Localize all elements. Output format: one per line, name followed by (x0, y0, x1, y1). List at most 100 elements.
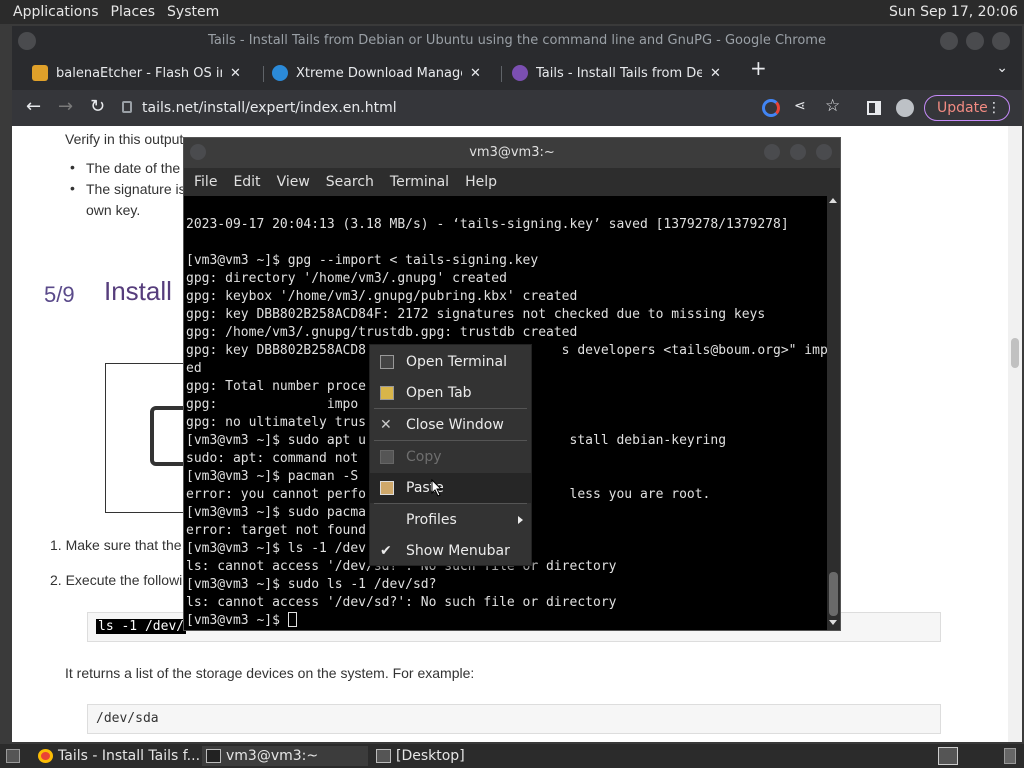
terminal-line: gpg: directory '/home/vm3/.gnupg' create… (186, 271, 507, 286)
update-label: Update (937, 100, 988, 116)
update-button[interactable]: Update ⋮ (924, 95, 1010, 121)
new-tab-icon (380, 386, 394, 400)
mouse-pointer-icon (431, 479, 443, 497)
code-dev-sda: /dev/sda (96, 711, 159, 726)
close-window-label: Close Window (406, 417, 504, 433)
code-ls: ls -1 /dev/ (96, 619, 187, 634)
submenu-arrow-icon (518, 516, 523, 524)
menu-copy[interactable]: Copy (370, 442, 531, 472)
menu-terminal[interactable]: Terminal (384, 174, 455, 190)
browser-toolbar: ← → ↻ tails.net/install/expert/index.en.… (12, 90, 1022, 126)
taskbar-item-terminal[interactable]: vm3@vm3:~ (202, 746, 368, 766)
close-x-icon: ✕ (380, 417, 392, 433)
chrome-icon (38, 749, 53, 763)
taskbar-item-desktop[interactable]: [Desktop] (372, 746, 538, 766)
terminal-line: gpg: keybox '/home/vm3/.gnupg/pubring.kb… (186, 289, 578, 304)
tab-xdm[interactable]: Xtreme Download Manager: A ✕ (262, 58, 498, 88)
menu-profiles[interactable]: Profiles (370, 505, 531, 535)
menu-help[interactable]: Help (459, 174, 503, 190)
tails-icon (512, 65, 528, 81)
google-icon[interactable] (762, 99, 780, 117)
terminal-scrollbar[interactable] (827, 196, 840, 630)
menu-separator (374, 408, 527, 409)
bullet-own-key: own key. (86, 202, 141, 218)
desktop-icon (376, 749, 391, 763)
tab-balenaetcher[interactable]: balenaEtcher - Flash OS images ✕ (22, 58, 258, 88)
menu-open-terminal[interactable]: Open Terminal (370, 347, 531, 377)
page-scrollbar[interactable] (1008, 126, 1022, 742)
new-tab-plus-icon[interactable]: + (750, 56, 767, 80)
menu-paste[interactable]: Paste (370, 473, 531, 503)
terminal-scrollbar-thumb[interactable] (829, 572, 838, 616)
reload-icon[interactable]: ↻ (90, 97, 105, 117)
scroll-up-arrow-icon[interactable] (829, 198, 837, 203)
scroll-down-arrow-icon[interactable] (829, 620, 837, 625)
terminal-line: gpg: key DBB802B258ACD84F: 2172 signatur… (186, 307, 766, 322)
tab-tails[interactable]: Tails - Install Tails from Debian ✕ (502, 58, 738, 88)
menu-search[interactable]: Search (320, 174, 380, 190)
bullet-date: The date of the (86, 160, 181, 176)
tab-label: balenaEtcher - Flash OS images (56, 65, 222, 81)
terminal-context-menu: Open Terminal Open Tab ✕ Close Window Co… (369, 344, 532, 566)
profile-avatar-icon[interactable] (896, 99, 914, 117)
terminal-prompt: [vm3@vm3 ~]$ (186, 613, 288, 628)
top-panel: Applications Places System Sun Sep 17, 2… (0, 0, 1024, 24)
open-terminal-label: Open Terminal (406, 354, 508, 370)
kebab-menu-icon[interactable]: ⋮ (987, 96, 1001, 120)
show-desktop-icon[interactable] (6, 749, 20, 763)
bullet-dot: • (70, 180, 75, 196)
maximize-button[interactable] (966, 32, 984, 50)
code-block-example: /dev/sda (87, 704, 941, 734)
taskbar-item-chrome[interactable]: Tails - Install Tails f... (34, 746, 200, 766)
menu-edit[interactable]: Edit (227, 174, 266, 190)
terminal-menu-button[interactable] (190, 144, 206, 160)
tab-search-chevron-icon[interactable]: ⌄ (996, 60, 1008, 76)
tab-label: Tails - Install Tails from Debian (536, 65, 702, 81)
forward-arrow-icon[interactable]: → (58, 97, 73, 117)
returns-text: It returns a list of the storage devices… (65, 665, 475, 681)
share-icon[interactable]: ⋖ (794, 98, 812, 116)
terminal-close-button[interactable] (816, 144, 832, 160)
trash-icon[interactable] (1004, 748, 1016, 764)
bookmark-star-icon[interactable]: ☆ (825, 96, 843, 116)
menu-show-menubar[interactable]: ✔ Show Menubar (370, 536, 531, 566)
side-panel-icon[interactable] (867, 101, 881, 115)
tab-close-icon[interactable]: ✕ (470, 66, 481, 81)
window-title: Tails - Install Tails from Debian or Ubu… (12, 26, 1022, 56)
terminal-line: ls: cannot access '/dev/sd?': No such fi… (186, 595, 617, 610)
menu-view[interactable]: View (271, 174, 316, 190)
menu-file[interactable]: File (188, 174, 223, 190)
tab-close-icon[interactable]: ✕ (710, 66, 721, 81)
copy-icon (380, 450, 394, 464)
close-window-button[interactable] (992, 32, 1010, 50)
minimize-button[interactable] (940, 32, 958, 50)
tab-label: Xtreme Download Manager: A (296, 65, 462, 81)
menu-open-tab[interactable]: Open Tab (370, 378, 531, 408)
terminal-maximize-button[interactable] (790, 144, 806, 160)
copy-label: Copy (406, 449, 442, 465)
list-item-1: 1. Make sure that the (50, 537, 182, 553)
profiles-label: Profiles (406, 512, 457, 528)
balena-cube-icon (32, 65, 48, 81)
workspace-switcher[interactable] (938, 747, 958, 765)
page-scrollbar-thumb[interactable] (1011, 338, 1019, 368)
terminal-minimize-button[interactable] (764, 144, 780, 160)
terminal-prompt-line: [vm3@vm3 ~]$ (186, 612, 827, 630)
applications-menu[interactable]: Applications (9, 4, 103, 20)
taskbar: Tails - Install Tails f... vm3@vm3:~ [De… (0, 744, 1024, 768)
menu-separator (374, 503, 527, 504)
places-menu[interactable]: Places (107, 4, 160, 20)
taskbar-label: vm3@vm3:~ (226, 748, 319, 764)
text-cursor (287, 612, 297, 627)
clock[interactable]: Sun Sep 17, 20:06 (889, 4, 1018, 20)
window-menu-button[interactable] (18, 32, 36, 50)
tab-close-icon[interactable]: ✕ (230, 66, 241, 81)
terminal-line: [vm3@vm3 ~]$ sudo ls -1 /dev/sd? (186, 577, 437, 592)
menu-close-window[interactable]: ✕ Close Window (370, 410, 531, 440)
back-arrow-icon[interactable]: ← (26, 97, 41, 117)
lock-icon[interactable] (122, 101, 132, 113)
address-bar[interactable]: tails.net/install/expert/index.en.html (122, 95, 682, 121)
system-menu[interactable]: System (163, 4, 223, 20)
open-tab-label: Open Tab (406, 385, 472, 401)
